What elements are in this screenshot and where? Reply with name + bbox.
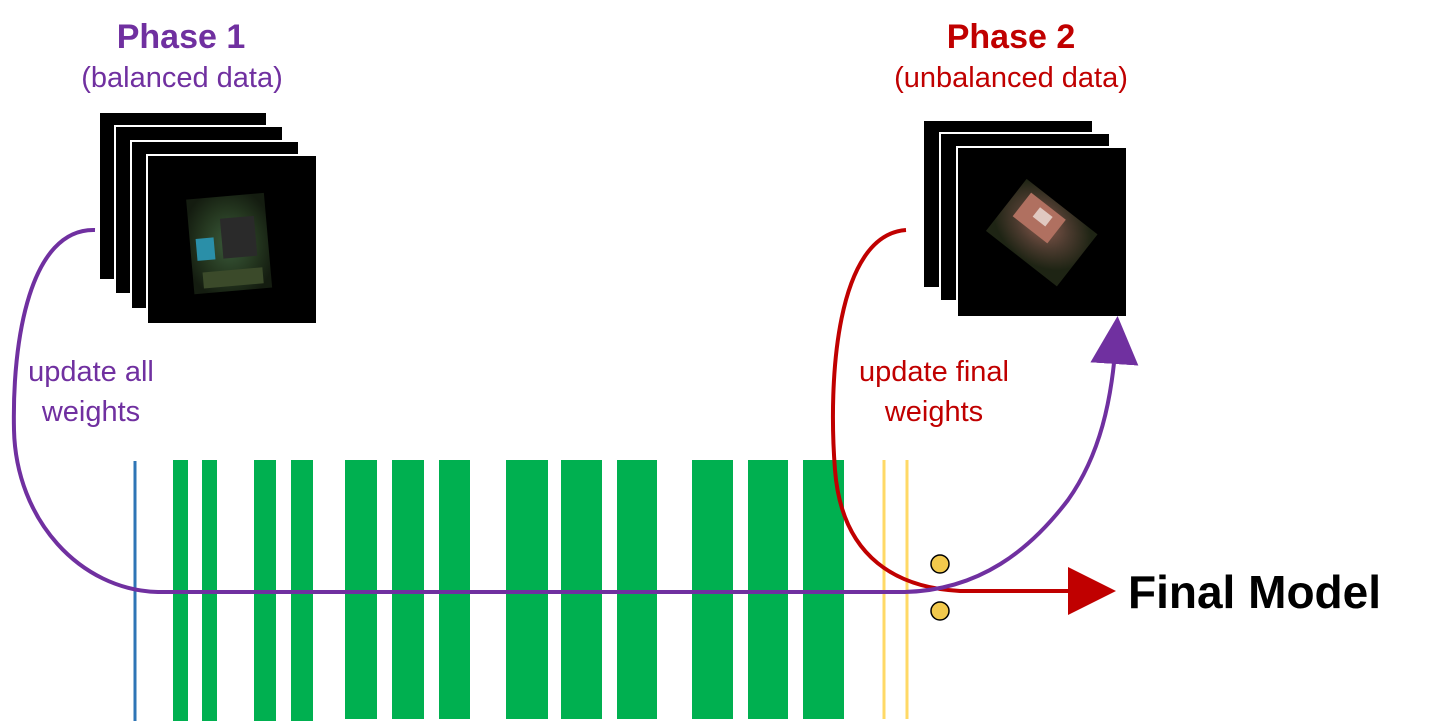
aerial-house-image — [186, 192, 273, 295]
layer-bar — [392, 460, 424, 719]
training-diagram: Phase 1 (balanced data) Phase 2 (unbalan… — [0, 0, 1435, 721]
phase1-image-stack — [98, 111, 318, 325]
layer-bar — [439, 460, 470, 719]
layer-bar — [748, 460, 788, 719]
diagram-graphics — [11, 111, 1139, 721]
layer-bar — [692, 460, 733, 719]
layer-bar — [506, 460, 548, 719]
layer-bar — [617, 460, 657, 719]
phase2-image-stack — [922, 119, 1128, 318]
layer-bar — [345, 460, 377, 719]
output-node-2 — [930, 601, 950, 621]
output-node-1 — [930, 554, 950, 574]
layer-bar — [561, 460, 602, 719]
